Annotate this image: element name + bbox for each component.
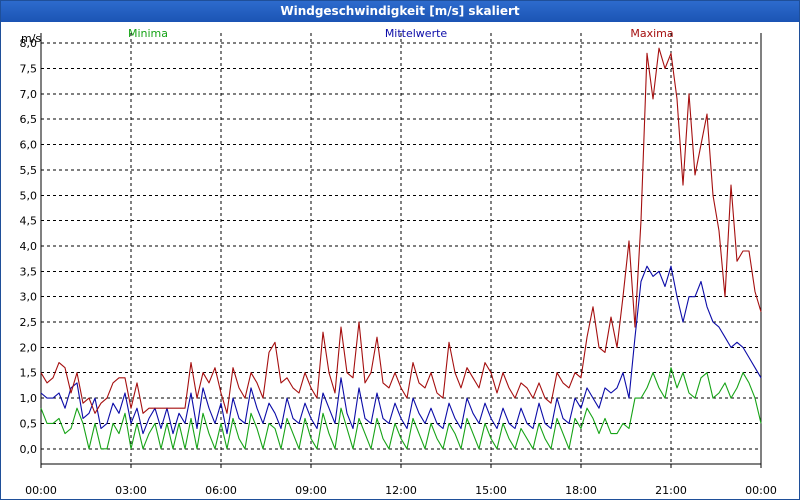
x-tick-time-label: 00:00 — [25, 484, 57, 497]
x-tick-time-label: 09:00 — [295, 484, 327, 497]
y-tick-label: 2,5 — [20, 316, 38, 329]
x-tick-time-label: 18:00 — [565, 484, 597, 497]
y-tick-label: 4,0 — [20, 240, 38, 253]
y-tick-label: 4,5 — [20, 215, 38, 228]
legend-label-minima: Minima — [128, 27, 168, 40]
y-tick-label: 5,0 — [20, 189, 38, 202]
x-tick-time-label: 03:00 — [115, 484, 147, 497]
legend-label-maxima: Maxima — [630, 27, 673, 40]
x-tick-time-label: 21:00 — [655, 484, 687, 497]
legend-label-mittelwerte: Mittelwerte — [385, 27, 448, 40]
window-title: Windgeschwindigkeit [m/s] skaliert — [1, 1, 799, 22]
chart-window: Windgeschwindigkeit [m/s] skaliert Minim… — [0, 0, 800, 500]
chart-series — [40, 47, 762, 450]
x-tick-time-label: 06:00 — [205, 484, 237, 497]
y-tick-label: 6,0 — [20, 139, 38, 152]
x-tick-time-label: 12:00 — [385, 484, 417, 497]
y-tick-label: 7,5 — [20, 62, 38, 75]
y-tick-label: 7,0 — [20, 88, 38, 101]
y-tick-label: 1,5 — [20, 367, 38, 380]
y-tick-label: 5,5 — [20, 164, 38, 177]
y-tick-label: 1,0 — [20, 392, 38, 405]
y-axis-label: m/s — [21, 32, 41, 45]
y-tick-label: 0,0 — [20, 443, 38, 456]
wind-speed-chart: Minima Mittelwerte Maxima 0,0 0,5 1,0 1,5 2,0 2… — [20, 27, 777, 497]
y-tick-label: 2,0 — [20, 341, 38, 354]
y-tick-label: 0,5 — [20, 417, 38, 430]
y-tick-label: 3,5 — [20, 265, 38, 278]
x-tick-time-label: 15:00 — [475, 484, 507, 497]
y-tick-label: 6,5 — [20, 113, 38, 126]
y-tick-label: 3,0 — [20, 291, 38, 304]
x-tick-time-label: 00:00 — [745, 484, 777, 497]
chart-ticks: 0,0 0,5 1,0 1,5 2,0 2,5 3,0 3,5 4,0 4,5 5,0 5,5 6,0 6… — [20, 32, 777, 497]
